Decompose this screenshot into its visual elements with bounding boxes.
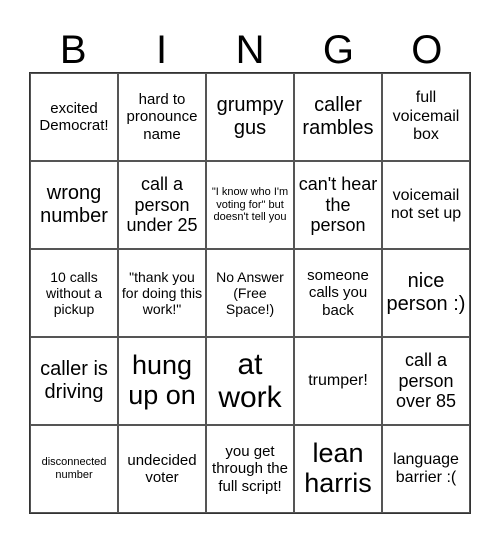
bingo-cell[interactable]: can't hear the person: [294, 161, 382, 249]
bingo-cell[interactable]: caller rambles: [294, 73, 382, 161]
bingo-cell[interactable]: undecided voter: [118, 425, 206, 513]
bingo-cell[interactable]: call a person over 85: [382, 337, 470, 425]
bingo-cell[interactable]: 10 calls without a pickup: [30, 249, 118, 337]
free-space-cell[interactable]: No Answer (Free Space!): [206, 249, 294, 337]
bingo-cell[interactable]: hung up on: [118, 337, 206, 425]
bingo-cell[interactable]: hard to pronounce name: [118, 73, 206, 161]
header-letter-i: I: [156, 28, 168, 72]
bingo-cell[interactable]: wrong number: [30, 161, 118, 249]
bingo-cell[interactable]: you get through the full script!: [206, 425, 294, 513]
bingo-grid: excited Democrat! hard to pronounce name…: [29, 72, 471, 514]
bingo-header: B I N G O: [29, 28, 471, 72]
header-letter-o: O: [411, 28, 443, 72]
bingo-cell[interactable]: "thank you for doing this work!": [118, 249, 206, 337]
header-letter-g: G: [322, 28, 354, 72]
bingo-cell[interactable]: at work: [206, 337, 294, 425]
bingo-cell[interactable]: full voicemail box: [382, 73, 470, 161]
bingo-cell[interactable]: language barrier :(: [382, 425, 470, 513]
bingo-cell[interactable]: caller is driving: [30, 337, 118, 425]
bingo-cell[interactable]: voicemail not set up: [382, 161, 470, 249]
bingo-cell[interactable]: grumpy gus: [206, 73, 294, 161]
bingo-cell[interactable]: nice person :): [382, 249, 470, 337]
header-letter-n: N: [235, 28, 265, 72]
bingo-cell[interactable]: excited Democrat!: [30, 73, 118, 161]
bingo-cell[interactable]: call a person under 25: [118, 161, 206, 249]
bingo-cell[interactable]: trumper!: [294, 337, 382, 425]
header-letter-b: B: [59, 28, 87, 72]
bingo-cell[interactable]: disconnected number: [30, 425, 118, 513]
bingo-cell[interactable]: "I know who I'm voting for" but doesn't …: [206, 161, 294, 249]
bingo-cell[interactable]: lean harris: [294, 425, 382, 513]
bingo-cell[interactable]: someone calls you back: [294, 249, 382, 337]
